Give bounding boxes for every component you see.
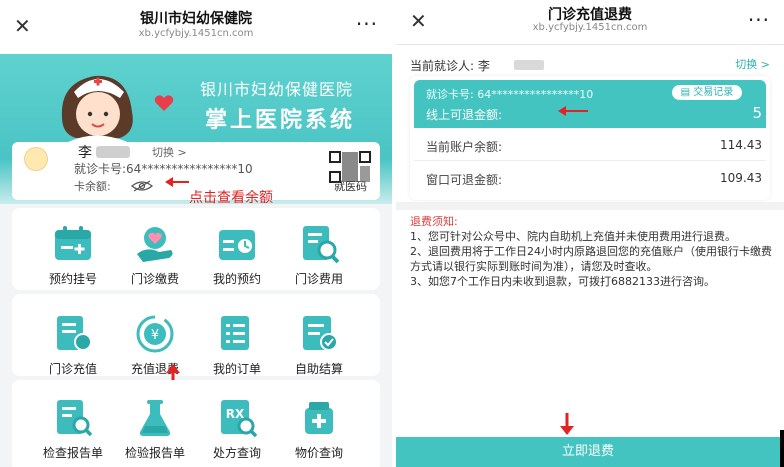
grid-item-appointment[interactable]: 预约挂号 (28, 224, 118, 287)
grid-label: 检验报告单 (124, 446, 185, 460)
window-refundable-value: 109.43 (720, 171, 762, 185)
qr-code-label: 就医码 (334, 180, 367, 193)
tip-view-balance: 点击查看余额 (189, 190, 273, 206)
patient-name: 李 (78, 145, 92, 161)
medicine-plus-icon (297, 398, 341, 438)
grid-item-recharge-refund[interactable]: ¥ 充值退费 (110, 314, 200, 377)
name-mask (514, 60, 544, 70)
card-number: 就诊卡号:64****************10 (74, 162, 253, 176)
report-search-icon (51, 398, 95, 438)
right-nav-bar: ✕ 门诊充值退费 xb.ycfybjy.1451cn.com ··· (396, 0, 784, 45)
current-patient: 当前就诊人: 李 (410, 59, 490, 73)
page-title: 银川市妇幼保健院 (140, 11, 252, 27)
arrow-left-annotation-icon (165, 177, 189, 187)
online-refundable-value: 5 (752, 104, 762, 122)
refund-now-button[interactable]: 立即退费 (396, 437, 780, 467)
calendar-clock-icon (215, 224, 259, 264)
eye-hidden-icon[interactable] (131, 180, 153, 192)
grid-item-outpatient-recharge[interactable]: 门诊充值 (28, 314, 118, 377)
section-gap (396, 202, 784, 210)
more-menu-icon[interactable]: ··· (748, 8, 770, 32)
grid-label: 预约挂号 (48, 272, 97, 286)
online-refundable-label: 线上可退金额: (426, 108, 503, 122)
card-number: 就诊卡号: 64****************10 (426, 88, 594, 101)
grid-label: 我的订单 (212, 362, 261, 376)
page-url: xb.ycfybjy.1451cn.com (138, 28, 254, 39)
flask-icon (133, 398, 177, 438)
grid-item-my-orders[interactable]: 我的订单 (192, 314, 282, 377)
notice-line: 3、如您7个工作日内未收到退款，可拨打6882133进行咨询。 (410, 275, 715, 288)
grid-label: 门诊费用 (294, 272, 343, 286)
arrow-left-annotation-icon (558, 106, 588, 116)
grid-label: 检查报告单 (42, 446, 103, 460)
grid-item-my-appointments[interactable]: 我的预约 (192, 224, 282, 287)
switch-patient-link[interactable]: 切换 > (735, 56, 770, 72)
grid-item-price-query[interactable]: 物价查询 (274, 398, 364, 461)
prescription-rx-icon: RX (215, 398, 259, 438)
balance-label: 卡余额: (74, 180, 111, 193)
calendar-plus-icon (51, 224, 95, 264)
grid-label: 处方查询 (212, 446, 261, 460)
heart-hand-icon (133, 224, 177, 264)
document-coin-icon (51, 314, 95, 354)
document-check-icon (297, 314, 341, 354)
divider (414, 160, 766, 161)
transaction-records-label: 交易记录 (693, 87, 734, 98)
notice-line: 1、您可针对公众号中、院内自助机上充值并未使用费用进行退费。 (410, 230, 736, 243)
notice-line: 2、退回费用将于工作日24小时内原路退回您的充值账户（使用银行卡缴费方式请以银行… (410, 245, 772, 273)
notice-title: 退费须知: (410, 215, 458, 228)
grid-label: 物价查询 (294, 446, 343, 460)
grid-item-self-checkout[interactable]: 自助结算 (274, 314, 364, 377)
right-screen-refund: ✕ 门诊充值退费 xb.ycfybjy.1451cn.com ··· 当前就诊人… (396, 0, 784, 467)
page-title: 门诊充值退费 (548, 7, 632, 23)
heart-icon (154, 95, 174, 111)
more-menu-icon[interactable]: ··· (356, 12, 378, 36)
list-document-icon (215, 314, 259, 354)
avatar (24, 147, 48, 171)
banner-hospital-name: 银川市妇幼保健医院 (200, 80, 354, 99)
left-screen-home: ✕ 银川市妇幼保健院 xb.ycfybjy.1451cn.com ··· 银川市… (0, 0, 392, 467)
arrow-down-annotation-icon (560, 413, 574, 435)
grid-item-outpatient-costs[interactable]: 门诊费用 (274, 224, 364, 287)
account-balance-label: 当前账户余额: (426, 140, 503, 154)
page-url: xb.ycfybjy.1451cn.com (532, 22, 648, 33)
grid-label: 自助结算 (294, 362, 343, 376)
banner-system-name: 掌上医院系统 (205, 108, 356, 133)
grid-item-outpatient-payment[interactable]: 门诊缴费 (110, 224, 200, 287)
edge-strip (780, 430, 784, 467)
grid-label: 门诊充值 (48, 362, 97, 376)
name-mask (96, 146, 130, 158)
account-balance-value: 114.43 (720, 138, 762, 152)
window-refundable-label: 窗口可退金额: (426, 173, 503, 187)
grid-label: 充值退费 (130, 362, 179, 376)
refund-coin-icon: ¥ (133, 314, 177, 354)
grid-label: 门诊缴费 (130, 272, 179, 286)
svg-text:¥: ¥ (151, 328, 159, 343)
grid-item-exam-report[interactable]: 检查报告单 (28, 398, 118, 461)
transaction-records-button[interactable]: ▤ 交易记录 (672, 85, 742, 100)
refund-notice: 退费须知: 1、您可针对公众号中、院内自助机上充值并未使用费用进行退费。 2、退… (410, 214, 772, 289)
grid-item-prescription[interactable]: RX 处方查询 (192, 398, 282, 461)
grid-item-lab-report[interactable]: 检验报告单 (110, 398, 200, 461)
left-nav-bar: ✕ 银川市妇幼保健院 xb.ycfybjy.1451cn.com ··· (0, 0, 392, 55)
switch-patient-link[interactable]: 切换 > (152, 144, 187, 160)
document-search-icon (297, 224, 341, 264)
grid-label: 我的预约 (212, 272, 261, 286)
